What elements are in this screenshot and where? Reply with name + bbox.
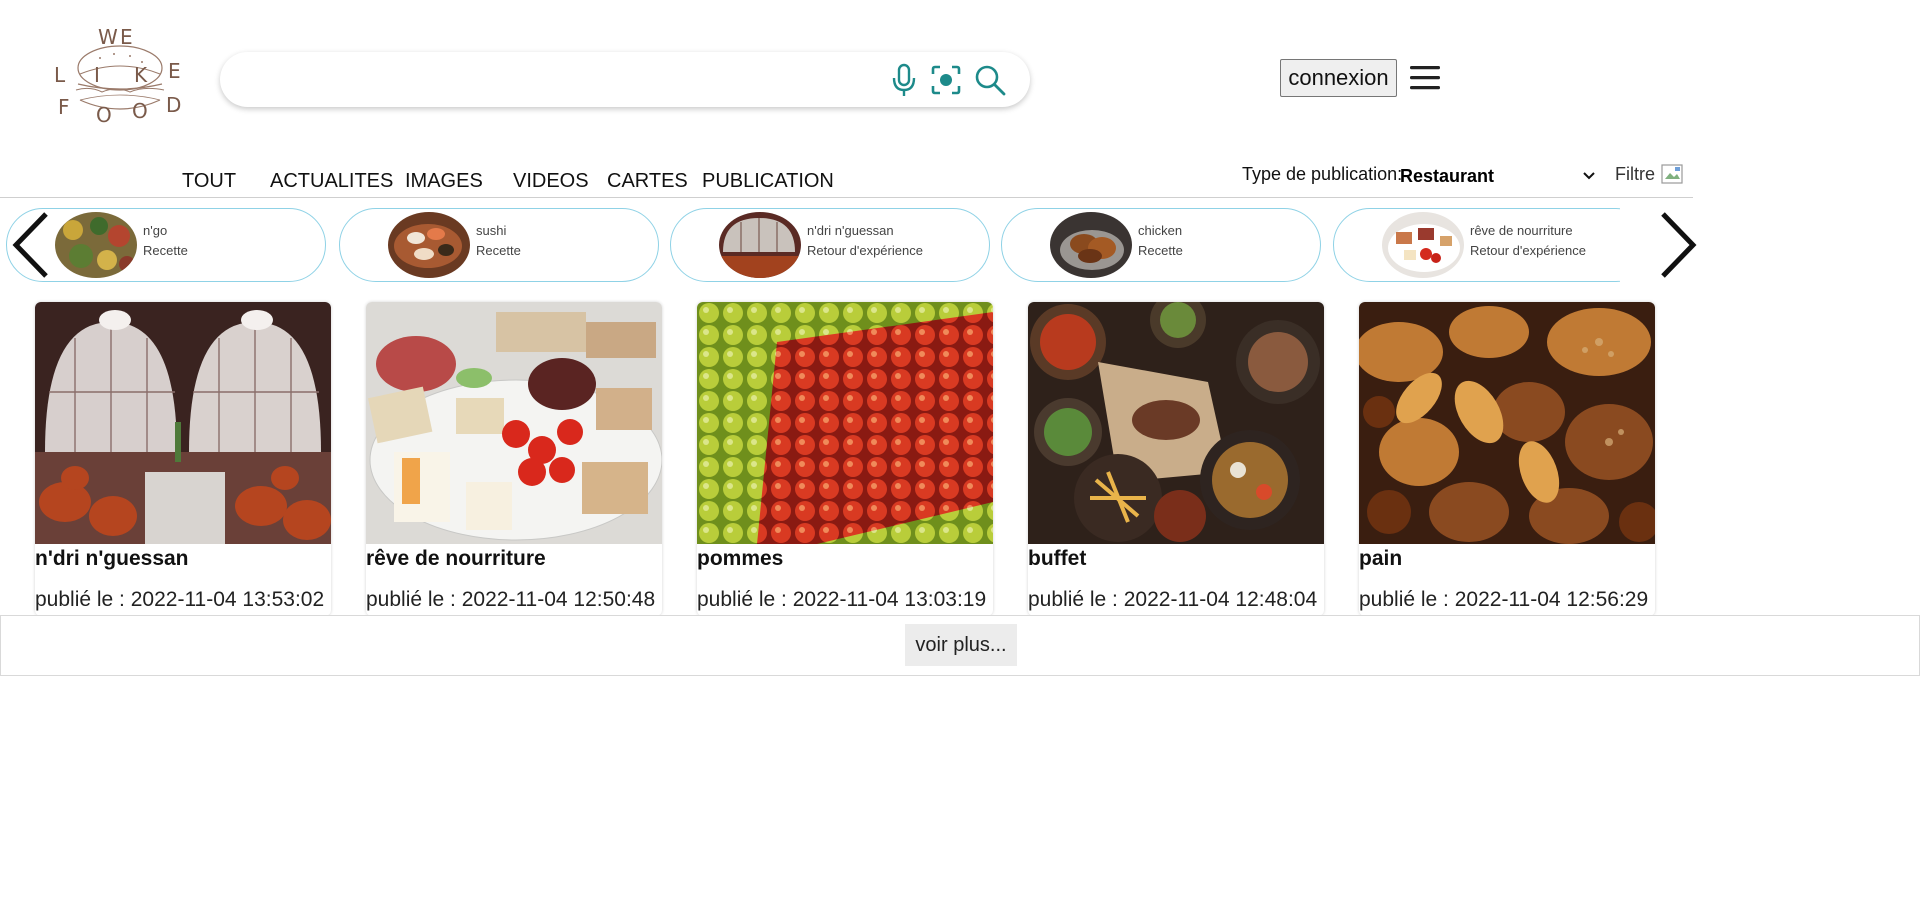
- search-icon[interactable]: [972, 62, 1008, 98]
- card-date: publié le : 2022-11-04 12:48:04: [1028, 588, 1318, 611]
- chip-item[interactable]: rêve de nourriture Retour d'expérience: [1333, 208, 1620, 282]
- logo-letter: E: [168, 59, 182, 83]
- chip-name: chicken: [1138, 223, 1183, 238]
- tab-images[interactable]: IMAGES: [405, 170, 483, 193]
- logo-letter: E: [120, 28, 134, 49]
- load-more-button[interactable]: voir plus...: [905, 624, 1017, 666]
- logo-letter: K: [134, 63, 148, 87]
- chip-name: n'go: [143, 223, 168, 238]
- chip-type: Recette: [143, 243, 188, 258]
- logo-letter: O: [132, 99, 149, 123]
- chip-item[interactable]: sushi Recette: [339, 208, 659, 282]
- chip-name: n'dri n'guessan: [807, 223, 894, 238]
- load-more-bar: voir plus...: [0, 615, 1920, 676]
- tab-videos[interactable]: VIDEOS: [513, 170, 589, 193]
- image-lens-icon[interactable]: [928, 62, 964, 98]
- logo-letter: L: [54, 63, 66, 87]
- login-button[interactable]: connexion: [1280, 59, 1397, 97]
- publication-card[interactable]: n'dri n'guessan publié le : 2022-11-04 1…: [35, 302, 331, 616]
- card-title: buffet: [1028, 547, 1087, 570]
- chip-thumbnail: [719, 212, 801, 278]
- card-date: publié le : 2022-11-04 12:56:29: [1359, 588, 1649, 611]
- site-logo[interactable]: W E L I K E F O O D: [50, 25, 190, 128]
- chip-thumbnail: [1382, 212, 1464, 278]
- card-image: [1028, 302, 1324, 544]
- card-date: publié le : 2022-11-04 13:03:19: [697, 588, 987, 611]
- card-title: pain: [1359, 547, 1403, 570]
- logo-letter: D: [166, 93, 182, 117]
- chips-window: n'go Recette sushi Recette n'dri n'guess…: [0, 206, 1620, 284]
- chip-item[interactable]: chicken Recette: [1001, 208, 1321, 282]
- filter-label[interactable]: Filtre: [1615, 164, 1655, 185]
- microphone-icon[interactable]: [886, 62, 922, 98]
- recipe-chips-carousel: n'go Recette sushi Recette n'dri n'guess…: [0, 206, 1697, 284]
- publication-card[interactable]: rêve de nourriture publié le : 2022-11-0…: [366, 302, 662, 616]
- logo-letter: I: [94, 63, 101, 87]
- logo-letter: O: [96, 103, 113, 127]
- carousel-next-arrow-icon[interactable]: [1655, 210, 1699, 280]
- chip-item[interactable]: n'go Recette: [6, 208, 326, 282]
- card-image: [35, 302, 331, 544]
- chevron-down-icon: [1583, 172, 1595, 180]
- publication-card[interactable]: buffet publié le : 2022-11-04 12:48:04: [1028, 302, 1324, 616]
- tab-tout[interactable]: TOUT: [182, 170, 236, 193]
- publication-type-select[interactable]: Restaurant: [1400, 163, 1596, 189]
- chip-item[interactable]: n'dri n'guessan Retour d'expérience: [670, 208, 990, 282]
- publication-card[interactable]: pain publié le : 2022-11-04 12:56:29: [1359, 302, 1655, 616]
- chip-thumbnail: [55, 212, 137, 278]
- tab-actualites[interactable]: ACTUALITES: [270, 170, 393, 193]
- chip-type: Recette: [476, 243, 521, 258]
- carousel-prev-arrow-icon[interactable]: [10, 210, 54, 280]
- card-date: publié le : 2022-11-04 13:53:02: [35, 588, 325, 611]
- publication-type-label: Type de publication:: [1242, 164, 1403, 184]
- chip-thumbnail: [388, 212, 470, 278]
- search-input[interactable]: [244, 62, 844, 96]
- tab-cartes[interactable]: CARTES: [607, 170, 688, 193]
- card-title: rêve de nourriture: [366, 547, 546, 570]
- card-image: [366, 302, 662, 544]
- hamburger-menu-icon[interactable]: [1408, 63, 1442, 93]
- logo-letter: W: [98, 28, 119, 49]
- card-date: publié le : 2022-11-04 12:50:48: [366, 588, 656, 611]
- chip-type: Recette: [1138, 243, 1183, 258]
- chip-name: sushi: [476, 223, 507, 238]
- card-image: [697, 302, 993, 544]
- chip-type: Retour d'expérience: [807, 243, 923, 258]
- logo-letter: F: [58, 95, 71, 119]
- card-image: [1359, 302, 1655, 544]
- card-title: n'dri n'guessan: [35, 547, 189, 570]
- card-title: pommes: [697, 547, 784, 570]
- burger-icon: W E L I K E F O O D: [54, 25, 182, 127]
- tab-publication[interactable]: PUBLICATION: [702, 170, 834, 193]
- search-bar: [220, 52, 1030, 107]
- publication-type-value: Restaurant: [1400, 165, 1495, 186]
- chip-name: rêve de nourriture: [1470, 223, 1573, 238]
- filter-broken-image-icon[interactable]: [1661, 164, 1683, 184]
- publication-card[interactable]: pommes publié le : 2022-11-04 13:03:19: [697, 302, 993, 616]
- chip-type: Retour d'expérience: [1470, 243, 1586, 258]
- chip-thumbnail: [1050, 212, 1132, 278]
